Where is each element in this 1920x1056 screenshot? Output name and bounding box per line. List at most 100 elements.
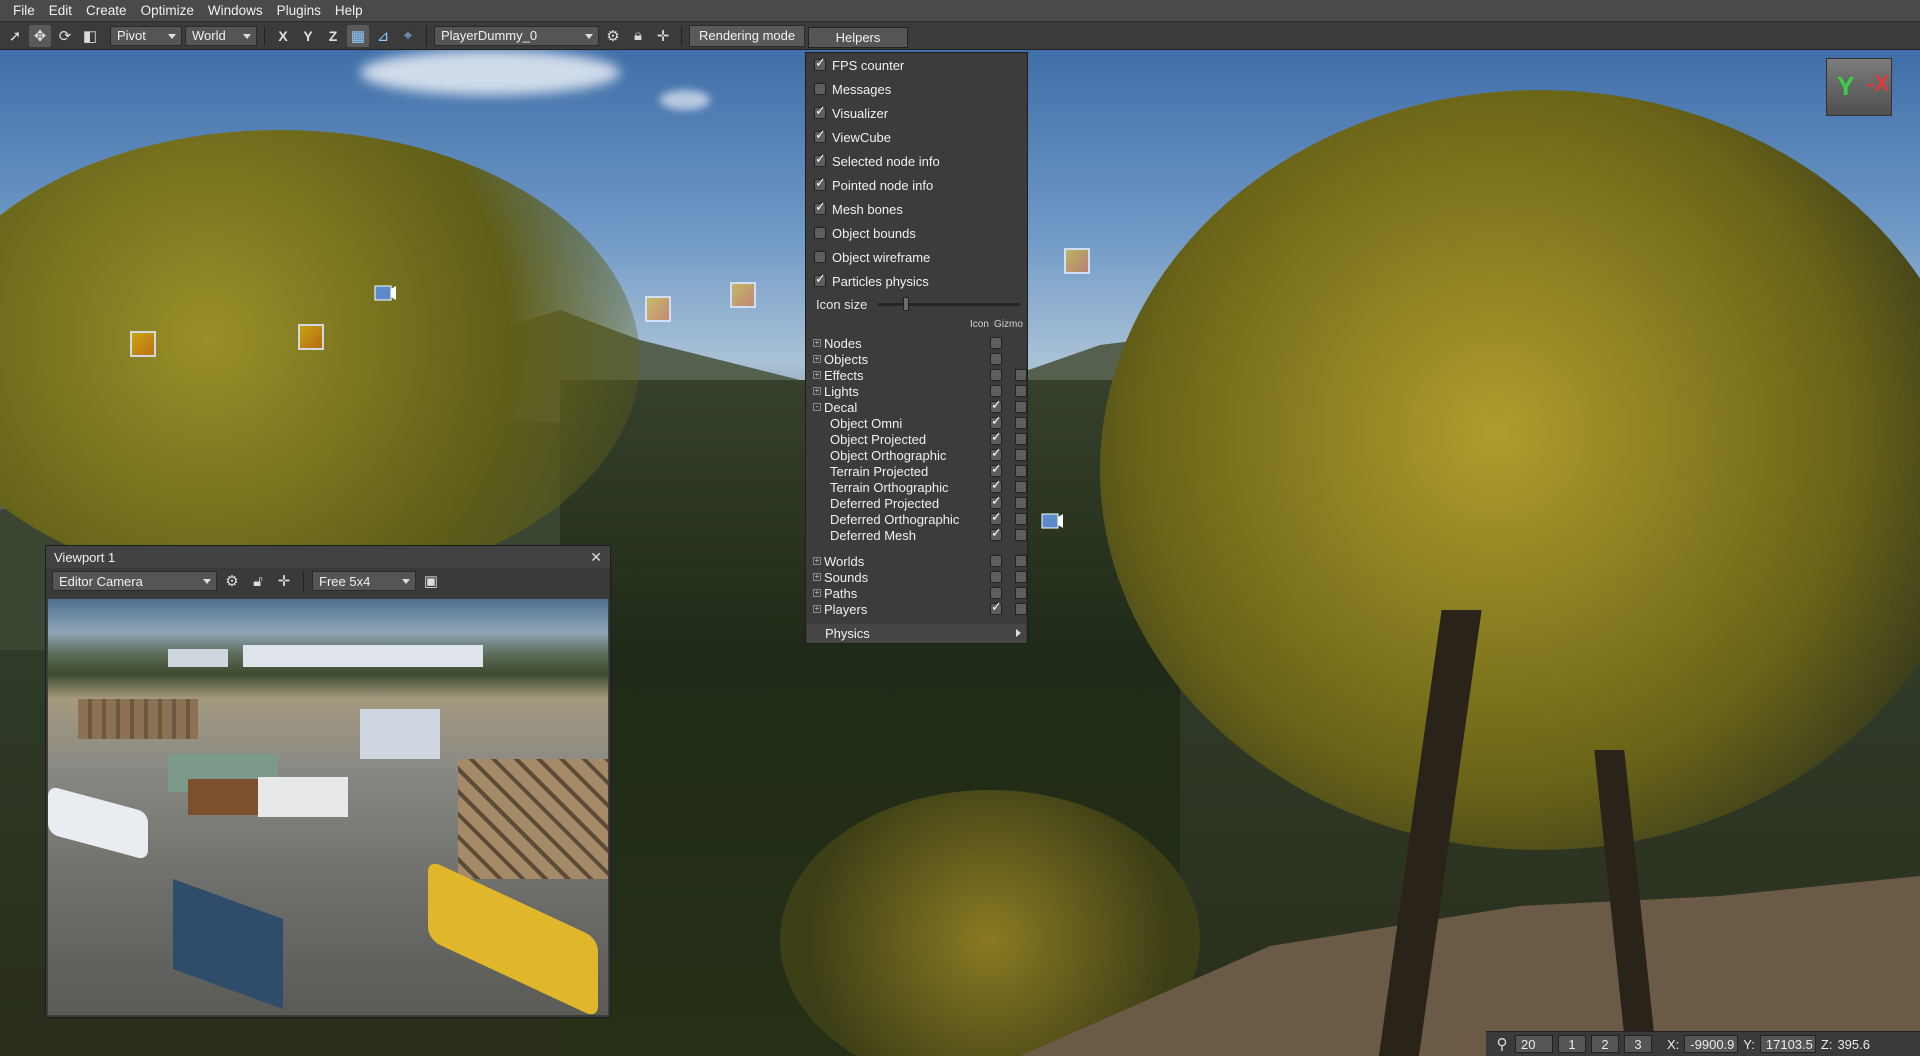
menu-edit[interactable]: Edit: [42, 0, 79, 22]
gizmo-checkbox[interactable]: [1015, 465, 1027, 477]
expand-icon[interactable]: +: [813, 557, 821, 565]
checkbox[interactable]: [814, 152, 826, 167]
gizmo-checkbox[interactable]: [1015, 497, 1027, 509]
scale-tool-icon[interactable]: ◧: [79, 25, 101, 47]
checkbox[interactable]: [814, 104, 826, 119]
tree-row[interactable]: Deferred Orthographic: [813, 510, 1027, 527]
gear-icon[interactable]: ⚙: [602, 25, 624, 47]
helper-visualizer[interactable]: Visualizer: [814, 104, 888, 122]
crosshair-icon[interactable]: ✛: [652, 25, 674, 47]
slider-track[interactable]: [878, 303, 1020, 306]
helper-messages[interactable]: Messages: [814, 80, 891, 98]
icon-checkbox[interactable]: [990, 587, 1002, 599]
rendering-mode-button[interactable]: Rendering mode: [689, 24, 806, 47]
tree-row[interactable]: + Effects: [813, 367, 1027, 383]
checkbox[interactable]: [814, 227, 826, 239]
tree-row[interactable]: Deferred Projected: [813, 494, 1027, 511]
expand-icon[interactable]: +: [813, 387, 821, 395]
menu-optimize[interactable]: Optimize: [134, 0, 201, 22]
expand-icon[interactable]: +: [813, 371, 821, 379]
tree-row[interactable]: + Objects: [813, 351, 1025, 367]
gizmo-checkbox[interactable]: [1015, 529, 1027, 541]
gizmo-checkbox[interactable]: [1015, 587, 1027, 599]
icon-checkbox[interactable]: [990, 369, 1002, 381]
unlock-icon[interactable]: 🔓︎: [247, 570, 269, 592]
icon-checkbox[interactable]: [990, 337, 1002, 349]
pivot-select[interactable]: Pivot: [110, 25, 182, 46]
icon-checkbox[interactable]: [990, 414, 1002, 429]
helper-particles-physics[interactable]: Particles physics: [814, 272, 929, 290]
gizmo-checkbox[interactable]: [1015, 385, 1027, 397]
helper-mesh-bones[interactable]: Mesh bones: [814, 200, 903, 218]
axis-z-button[interactable]: Z: [322, 25, 344, 47]
tree-row[interactable]: - Decal: [813, 398, 1027, 415]
slider-handle[interactable]: [903, 297, 910, 311]
tree-row[interactable]: Object Omni: [813, 414, 1027, 431]
icon-checkbox[interactable]: [990, 494, 1002, 509]
icon-checkbox[interactable]: [990, 478, 1002, 493]
menu-file[interactable]: File: [6, 0, 42, 22]
crosshair-icon[interactable]: ✛: [273, 570, 295, 592]
checkbox[interactable]: [814, 251, 826, 263]
helper-viewcube[interactable]: ViewCube: [814, 128, 891, 146]
icon-checkbox[interactable]: [990, 385, 1002, 397]
decal-node-icon[interactable]: [645, 296, 671, 322]
gizmo-checkbox[interactable]: [1015, 369, 1027, 381]
viewport-render-view[interactable]: [48, 599, 608, 1015]
icon-checkbox[interactable]: [990, 555, 1002, 567]
tree-row[interactable]: + Paths: [813, 585, 1027, 601]
expand-icon[interactable]: +: [813, 589, 821, 597]
icon-checkbox[interactable]: [990, 430, 1002, 445]
checkbox[interactable]: [814, 56, 826, 71]
expand-icon[interactable]: +: [813, 573, 821, 581]
decal-node-icon[interactable]: [1064, 248, 1090, 274]
menu-help[interactable]: Help: [328, 0, 370, 22]
tree-row[interactable]: + Nodes: [813, 335, 1025, 351]
decal-node-icon[interactable]: [298, 324, 324, 350]
icon-size-slider[interactable]: Icon size: [816, 296, 1021, 312]
tree-row[interactable]: Object Projected: [813, 430, 1027, 447]
tree-row[interactable]: + Players: [813, 600, 1027, 617]
space-select[interactable]: World: [185, 25, 257, 46]
speed-preset-2[interactable]: 2: [1591, 1035, 1619, 1053]
checkbox[interactable]: [814, 128, 826, 143]
icon-checkbox[interactable]: [990, 353, 1002, 365]
tree-row[interactable]: + Lights: [813, 383, 1027, 399]
helper-selected-node-info[interactable]: Selected node info: [814, 152, 940, 170]
tree-row[interactable]: Terrain Orthographic: [813, 478, 1027, 495]
checkbox[interactable]: [814, 272, 826, 287]
surface-snap-icon[interactable]: ⊿: [372, 25, 394, 47]
rotate-tool-icon[interactable]: ⟳: [54, 25, 76, 47]
vertex-snap-icon[interactable]: ⌖: [397, 25, 419, 47]
gizmo-checkbox[interactable]: [1015, 571, 1027, 583]
icon-checkbox[interactable]: [990, 510, 1002, 525]
tree-row[interactable]: + Sounds: [813, 569, 1027, 585]
camera-speed-field[interactable]: 20: [1515, 1035, 1553, 1053]
speed-preset-1[interactable]: 1: [1558, 1035, 1586, 1053]
checkbox[interactable]: [814, 176, 826, 191]
tree-row[interactable]: Terrain Projected: [813, 462, 1027, 479]
gizmo-checkbox[interactable]: [1015, 417, 1027, 429]
aspect-select[interactable]: Free 5x4: [312, 571, 416, 591]
gizmo-checkbox[interactable]: [1015, 481, 1027, 493]
icon-checkbox[interactable]: [990, 571, 1002, 583]
axis-y-button[interactable]: Y: [297, 25, 319, 47]
menu-plugins[interactable]: Plugins: [270, 0, 328, 22]
icon-checkbox[interactable]: [990, 526, 1002, 541]
checkbox[interactable]: [814, 200, 826, 215]
gizmo-checkbox[interactable]: [1015, 401, 1027, 413]
helper-pointed-node-info[interactable]: Pointed node info: [814, 176, 933, 194]
icon-checkbox[interactable]: [990, 398, 1002, 413]
tree-row[interactable]: Object Orthographic: [813, 446, 1027, 463]
checkbox[interactable]: [814, 83, 826, 95]
decal-node-icon[interactable]: [730, 282, 756, 308]
gizmo-checkbox[interactable]: [1015, 513, 1027, 525]
player-camera-icon[interactable]: [1040, 511, 1064, 533]
viewport-titlebar[interactable]: Viewport 1 ✕: [46, 546, 610, 568]
player-camera-icon[interactable]: [373, 283, 397, 305]
expand-icon[interactable]: +: [813, 339, 821, 347]
icon-checkbox[interactable]: [990, 462, 1002, 477]
expand-icon[interactable]: +: [813, 605, 821, 613]
move-tool-icon[interactable]: ✥: [29, 24, 51, 47]
node-select[interactable]: PlayerDummy_0: [434, 25, 599, 46]
